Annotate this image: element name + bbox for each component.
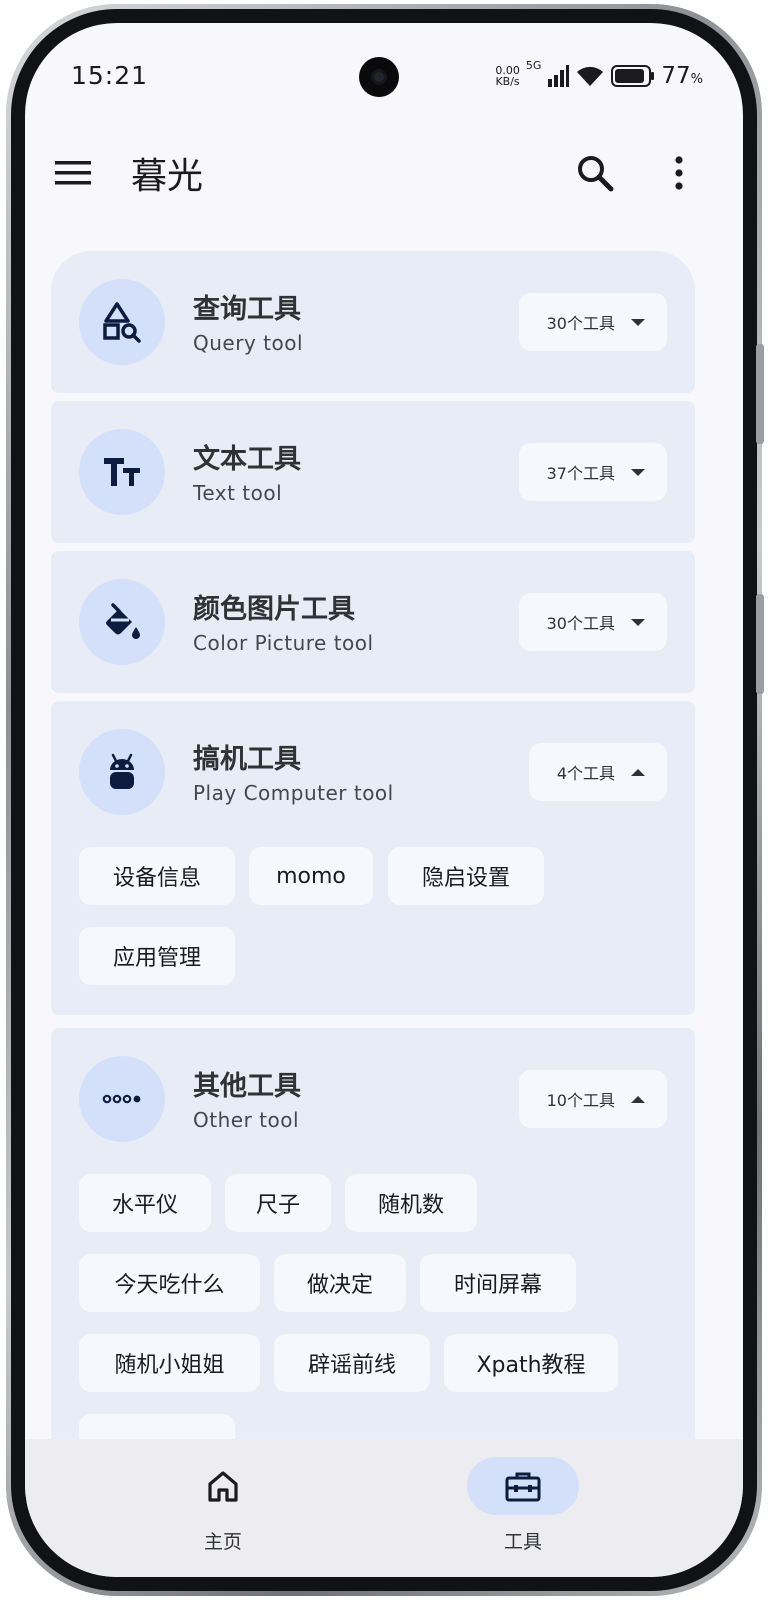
category-icon-bg (79, 279, 165, 365)
tool-count-label: 30个工具 (546, 314, 615, 333)
bottom-navigation: 主页 工具 (25, 1439, 743, 1577)
page-title: 暮光 (131, 156, 204, 197)
tool-chip[interactable]: 做决定 (274, 1254, 406, 1312)
tool-chip[interactable]: 时间屏幕 (420, 1254, 576, 1312)
net-speed: 0.00 KB/s (495, 65, 520, 87)
android-icon (110, 753, 134, 789)
tool-chip[interactable]: 尺子 (225, 1174, 331, 1232)
dots-icon (102, 1094, 141, 1104)
nav-label: 工具 (503, 1531, 542, 1553)
category-icon-bg (79, 579, 165, 665)
category-title: 查询工具 (193, 294, 301, 325)
signal-icon (548, 65, 570, 87)
category-subtitle: Query tool (193, 331, 304, 355)
category-title: 文本工具 (193, 444, 301, 475)
battery-percent: 77% (661, 63, 703, 89)
tool-count-dropdown[interactable]: 10个工具 (518, 1070, 667, 1128)
tool-count-label: 4个工具 (556, 764, 615, 783)
nav-label: 主页 (203, 1531, 242, 1553)
tool-count-label: 37个工具 (546, 464, 615, 483)
tool-count-dropdown[interactable]: 4个工具 (528, 743, 667, 801)
category-icon-bg (79, 729, 165, 815)
tool-chip-partial[interactable] (79, 1414, 235, 1439)
more-vert-icon[interactable] (665, 153, 693, 193)
nav-item-home[interactable]: 主页 (143, 1457, 303, 1554)
network-type: 5G (525, 59, 542, 72)
nav-item-tools[interactable]: 工具 (443, 1457, 603, 1554)
category-title: 颜色图片工具 (193, 594, 355, 625)
category-subtitle: Other tool (193, 1108, 300, 1132)
home-icon (208, 1471, 238, 1502)
category-icon-bg (79, 429, 165, 515)
screen: 15:21 0.00 KB/s 5G 77% 暮光 查询工具 Query too… (25, 23, 743, 1577)
tool-chip[interactable]: 应用管理 (79, 927, 235, 985)
chevron-down-icon (631, 468, 645, 476)
tool-chip[interactable]: 随机数 (345, 1174, 477, 1232)
category-subtitle: Color Picture tool (193, 631, 374, 655)
category-subtitle: Play Computer tool (193, 781, 394, 805)
phone-frame: 15:21 0.00 KB/s 5G 77% 暮光 查询工具 Query too… (6, 4, 764, 1596)
category-card-device[interactable]: 搞机工具 Play Computer tool 4个工具 设备信息 momo 隐… (51, 701, 695, 1015)
tool-count-dropdown[interactable]: 30个工具 (518, 293, 667, 351)
category-subtitle: Text tool (193, 481, 283, 505)
category-icon-bg (79, 1056, 165, 1142)
shapes-search-icon (103, 302, 141, 343)
tool-chip[interactable]: Xpath教程 (444, 1334, 618, 1392)
front-camera (359, 57, 399, 97)
category-title: 搞机工具 (193, 744, 301, 775)
category-card-color[interactable]: 颜色图片工具 Color Picture tool 30个工具 (51, 551, 695, 693)
tool-chip[interactable]: 设备信息 (79, 847, 235, 905)
tool-chip[interactable]: momo (249, 847, 373, 905)
top-app-bar: 暮光 (25, 133, 743, 213)
toolbox-icon (505, 1472, 541, 1502)
wifi-icon (577, 66, 604, 86)
chevron-up-icon (631, 768, 645, 776)
text-fields-icon (104, 458, 140, 486)
tool-count-dropdown[interactable]: 30个工具 (518, 593, 667, 651)
net-speed-unit: KB/s (495, 75, 520, 88)
tool-count-label: 30个工具 (546, 614, 615, 633)
chevron-up-icon (631, 1095, 645, 1103)
chevron-down-icon (631, 618, 645, 626)
volume-button (756, 344, 764, 444)
category-card-text[interactable]: 文本工具 Text tool 37个工具 (51, 401, 695, 543)
nav-pill (167, 1457, 279, 1515)
battery-icon (611, 65, 655, 87)
tool-chip[interactable]: 辟谣前线 (274, 1334, 430, 1392)
category-title: 其他工具 (193, 1071, 301, 1102)
menu-icon[interactable] (55, 155, 91, 191)
tool-category-list[interactable]: 查询工具 Query tool 30个工具 文本工具 Text tool 37个… (25, 251, 743, 1439)
tool-chip[interactable]: 今天吃什么 (79, 1254, 260, 1312)
tool-count-label: 10个工具 (546, 1091, 615, 1110)
status-time: 15:21 (71, 61, 149, 90)
paint-bucket-icon (106, 603, 140, 639)
nav-pill-active (467, 1457, 579, 1515)
power-button (756, 594, 764, 694)
search-icon[interactable] (575, 153, 615, 193)
category-card-other[interactable]: 其他工具 Other tool 10个工具 水平仪 尺子 随机数 今天吃什么 做… (51, 1028, 695, 1439)
tool-chip[interactable]: 水平仪 (79, 1174, 211, 1232)
tool-count-dropdown[interactable]: 37个工具 (518, 443, 667, 501)
tool-chip[interactable]: 隐启设置 (388, 847, 544, 905)
chevron-down-icon (631, 318, 645, 326)
status-bar: 15:21 0.00 KB/s 5G 77% (25, 23, 743, 119)
category-card-query[interactable]: 查询工具 Query tool 30个工具 (51, 251, 695, 393)
tool-chip[interactable]: 随机小姐姐 (79, 1334, 260, 1392)
